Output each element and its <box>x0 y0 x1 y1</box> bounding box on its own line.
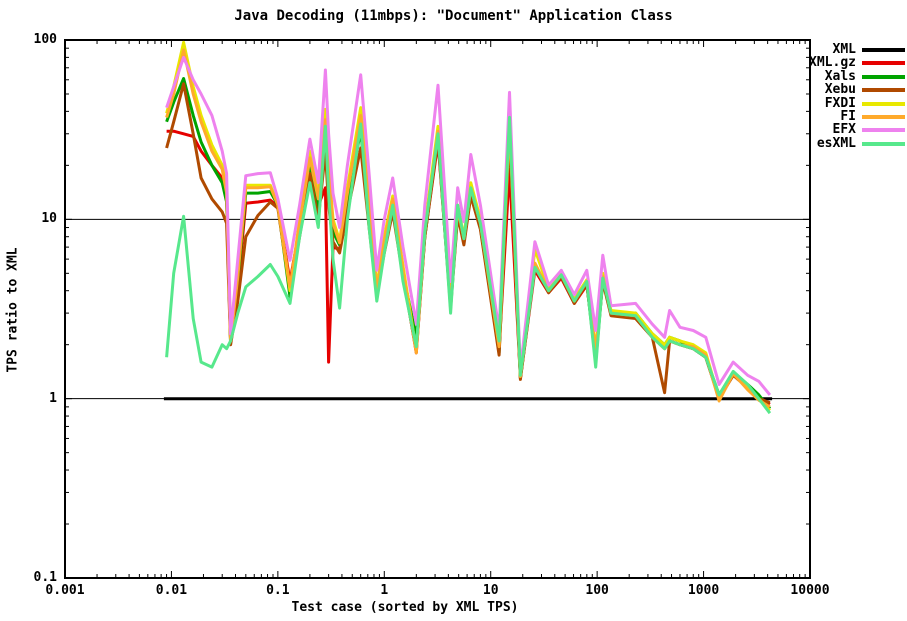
series-line-Xebu <box>167 84 770 403</box>
plot-border <box>65 40 810 578</box>
legend-line-FI <box>862 115 905 119</box>
y-tick-label-100: 100 <box>0 32 57 47</box>
series-line-FXDI <box>167 42 770 410</box>
x-tick-label-100: 100 <box>557 583 637 598</box>
series-line-Xals <box>167 79 770 409</box>
legend-line-XML <box>862 48 905 52</box>
x-tick-label-10: 10 <box>451 583 531 598</box>
x-tick-label-0.01: 0.01 <box>131 583 211 598</box>
legend-line-EFX <box>862 128 905 132</box>
chart-container: Java Decoding (11mbps): "Document" Appli… <box>0 0 907 621</box>
series-line-esXML <box>167 117 770 413</box>
legend-line-esXML <box>862 142 905 146</box>
y-tick-label-10: 10 <box>0 211 57 226</box>
y-tick-label-1: 1 <box>0 391 57 406</box>
legend-line-Xals <box>862 75 905 79</box>
y-axis-label: TPS ratio to XML <box>6 247 21 372</box>
x-tick-label-10000: 10000 <box>770 583 850 598</box>
legend-line-XML.gz <box>862 61 905 65</box>
legend-line-FXDI <box>862 102 905 106</box>
legend-label-esXML: esXML <box>736 136 856 151</box>
legend-line-Xebu <box>862 88 905 92</box>
chart-title: Java Decoding (11mbps): "Document" Appli… <box>0 8 907 24</box>
x-tick-label-0.001: 0.001 <box>25 583 105 598</box>
x-tick-label-1000: 1000 <box>664 583 744 598</box>
x-tick-label-1: 1 <box>344 583 424 598</box>
x-axis-label: Test case (sorted by XML TPS) <box>0 600 810 615</box>
series-line-FI <box>167 50 770 407</box>
x-tick-label-0.1: 0.1 <box>238 583 318 598</box>
